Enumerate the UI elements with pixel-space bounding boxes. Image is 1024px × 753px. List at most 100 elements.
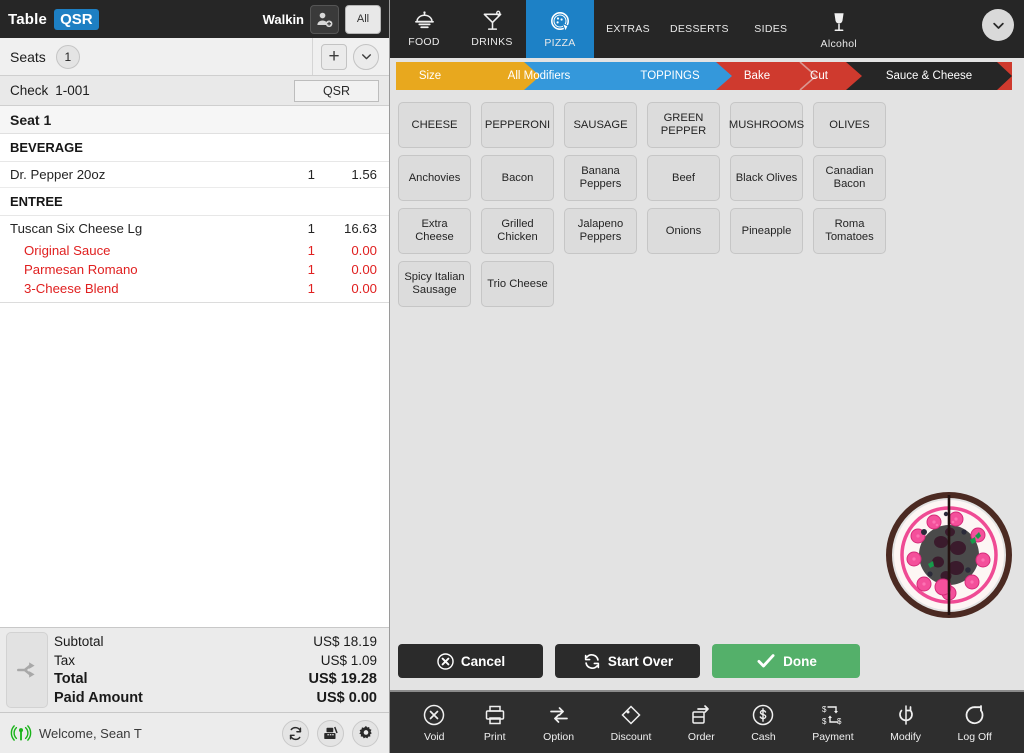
- gear-icon[interactable]: [352, 719, 379, 747]
- order-category-header: BEVERAGE: [0, 134, 389, 162]
- done-button[interactable]: Done: [712, 644, 860, 678]
- breadcrumb-step-all-modifiers[interactable]: All Modifiers: [464, 62, 614, 90]
- refresh-icon[interactable]: [282, 719, 309, 747]
- topping-button-olives[interactable]: OLIVES: [813, 102, 886, 148]
- start-over-button[interactable]: Start Over: [555, 644, 700, 678]
- all-seats-button[interactable]: All: [345, 4, 381, 34]
- order-item-row[interactable]: Tuscan Six Cheese Lg 1 16.63: [0, 216, 389, 241]
- modify-button[interactable]: Modify: [890, 703, 921, 743]
- order-item-row[interactable]: Dr. Pepper 20oz 1 1.56: [0, 162, 389, 188]
- breadcrumb-step-bake[interactable]: Bake: [726, 62, 788, 90]
- order-button[interactable]: Order: [688, 703, 715, 743]
- order-category-header: ENTREE: [0, 188, 389, 216]
- cancel-button[interactable]: Cancel: [398, 644, 543, 678]
- void-button[interactable]: Void: [422, 703, 446, 743]
- payment-exchange-icon: $ $ $: [820, 703, 846, 727]
- modifier-qty: 1: [307, 281, 315, 296]
- breadcrumb-all-modifiers-label: All Modifiers: [507, 70, 571, 82]
- all-seats-label: All: [356, 13, 370, 25]
- topping-button-roma-tomatoes[interactable]: Roma Tomatoes: [813, 208, 886, 254]
- breadcrumb-step-toppings[interactable]: TOPPINGS: [618, 62, 722, 90]
- totals-row: Tax US$ 1.09: [54, 651, 377, 670]
- topping-button-pepperoni[interactable]: PEPPERONI: [481, 102, 554, 148]
- wifi-signal-icon: [10, 723, 32, 743]
- topping-button-mushrooms[interactable]: MUSHROOMS: [729, 102, 804, 148]
- payment-button[interactable]: $ $ $ Payment: [812, 703, 853, 743]
- topping-button-trio-cheese[interactable]: Trio Cheese: [481, 261, 554, 307]
- topping-button-grilled-chicken[interactable]: Grilled Chicken: [481, 208, 554, 254]
- print-button[interactable]: Print: [483, 703, 507, 743]
- pizza-preview-graphic[interactable]: [886, 492, 1012, 618]
- topping-button-bacon[interactable]: Bacon: [481, 155, 554, 201]
- seat-section-header[interactable]: Seat 1: [0, 106, 389, 134]
- cancel-x-icon: [436, 652, 455, 671]
- printer-icon: [483, 703, 507, 727]
- tab-drinks[interactable]: DRINKS: [458, 0, 526, 58]
- cash-dollar-icon: [751, 703, 775, 727]
- topping-button-jalapeno-peppers[interactable]: Jalapeno Peppers: [564, 208, 637, 254]
- topping-button-black-olives[interactable]: Black Olives: [730, 155, 803, 201]
- check-type-button[interactable]: QSR: [294, 79, 379, 102]
- topping-button-green-pepper[interactable]: GREEN PEPPER: [647, 102, 720, 148]
- totals-lines: Subtotal US$ 18.19 Tax US$ 1.09 Total US…: [54, 632, 383, 708]
- breadcrumb-step-cut[interactable]: Cut: [788, 62, 850, 90]
- topping-button-extra-cheese[interactable]: Extra Cheese: [398, 208, 471, 254]
- totals-label: Paid Amount: [54, 690, 143, 706]
- chevron-down-icon[interactable]: [982, 9, 1014, 41]
- tab-drinks-label: DRINKS: [471, 36, 513, 48]
- item-qty: 1: [307, 167, 315, 182]
- topping-button-canadian-bacon[interactable]: Canadian Bacon: [813, 155, 886, 201]
- item-name: Tuscan Six Cheese Lg: [10, 221, 143, 236]
- status-bar: Welcome, Sean T: [0, 712, 389, 753]
- modifier-price: 0.00: [351, 243, 377, 258]
- add-person-icon[interactable]: [310, 4, 339, 34]
- topping-button-onions[interactable]: Onions: [647, 208, 720, 254]
- tab-food[interactable]: FOOD: [390, 0, 458, 58]
- topping-label: Pineapple: [741, 224, 792, 237]
- topping-button-sausage[interactable]: SAUSAGE: [564, 102, 637, 148]
- logoff-icon: [963, 703, 987, 727]
- chevron-down-icon[interactable]: [353, 43, 379, 70]
- mode-chip[interactable]: QSR: [54, 8, 99, 30]
- log-off-button[interactable]: Log Off: [958, 703, 992, 743]
- topping-button-cheese[interactable]: CHEESE: [398, 102, 471, 148]
- totals-value: US$ 19.28: [308, 671, 377, 687]
- discount-button[interactable]: Discount: [611, 703, 651, 743]
- topping-button-anchovies[interactable]: Anchovies: [398, 155, 471, 201]
- tab-extras[interactable]: EXTRAS: [594, 0, 662, 58]
- tab-desserts-label: DESSERTS: [670, 23, 729, 35]
- cash-register-icon[interactable]: [317, 719, 344, 747]
- split-check-icon[interactable]: [6, 632, 48, 708]
- tab-sides[interactable]: SIDES: [737, 0, 805, 58]
- tab-food-label: FOOD: [408, 36, 440, 48]
- seats-actions: +: [312, 38, 379, 75]
- tab-desserts[interactable]: DESSERTS: [662, 0, 737, 58]
- modifier-name: Original Sauce: [24, 243, 111, 258]
- topping-button-beef[interactable]: Beef: [647, 155, 720, 201]
- plus-icon[interactable]: +: [321, 43, 347, 70]
- topping-button-spicy-italian-sausage[interactable]: Spicy Italian Sausage: [398, 261, 471, 307]
- breadcrumb-step-sauce-cheese[interactable]: Sauce & Cheese: [854, 62, 1004, 90]
- order-modifier-row[interactable]: Original Sauce 1 0.00: [0, 241, 389, 260]
- pos-application: Table QSR Walkin All Seats 1 + Check 1-0…: [0, 0, 1024, 753]
- option-button[interactable]: Option: [543, 703, 574, 743]
- order-modifier-row[interactable]: Parmesan Romano 1 0.00: [0, 260, 389, 279]
- tab-pizza[interactable]: PIZZA: [526, 0, 594, 58]
- menu-panel: FOOD DRINKS PIZZA EXTRAS DESSERTS SIDES …: [390, 0, 1024, 753]
- breadcrumb-step-size[interactable]: Size: [402, 62, 458, 90]
- topping-button-pineapple[interactable]: Pineapple: [730, 208, 803, 254]
- header-actions: Walkin All: [263, 4, 381, 34]
- topping-button-banana-peppers[interactable]: Banana Peppers: [564, 155, 637, 201]
- start-over-label: Start Over: [607, 653, 674, 669]
- totals-row: Subtotal US$ 18.19: [54, 632, 377, 651]
- topping-label: GREEN PEPPER: [660, 112, 707, 137]
- order-modifier-row[interactable]: 3-Cheese Blend 1 0.00: [0, 279, 389, 298]
- totals-row: Paid Amount US$ 0.00: [54, 689, 377, 708]
- cash-button[interactable]: Cash: [751, 703, 776, 743]
- totals-value: US$ 18.19: [313, 634, 377, 649]
- tab-alcohol[interactable]: Alcohol: [805, 0, 873, 58]
- topping-label: Roma Tomatoes: [825, 218, 874, 243]
- order-label: Order: [687, 730, 715, 743]
- topping-label: PEPPERONI: [484, 118, 551, 131]
- totals-value: US$ 0.00: [316, 690, 377, 706]
